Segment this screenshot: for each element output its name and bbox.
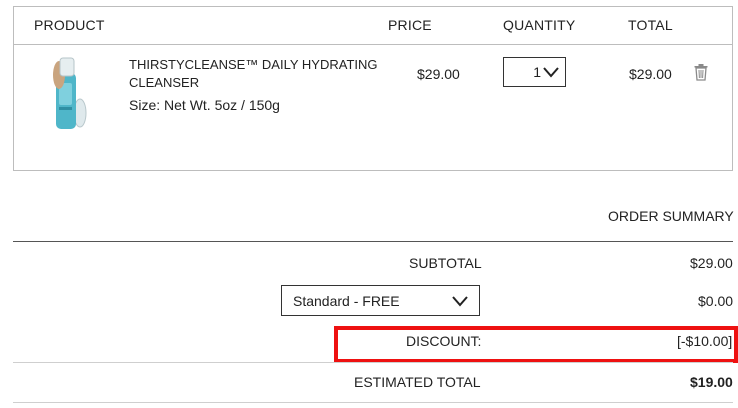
cart-table: [13, 6, 733, 171]
chevron-down-icon: [452, 294, 468, 312]
chevron-down-icon: [543, 65, 559, 83]
column-header-price: PRICE: [388, 17, 432, 33]
column-header-quantity: QUANTITY: [503, 17, 576, 33]
product-name-line2[interactable]: CLEANSER: [129, 75, 199, 90]
cart-header-divider: [13, 44, 733, 45]
estimated-total-label: ESTIMATED TOTAL: [354, 374, 481, 390]
subtotal-label: SUBTOTAL: [409, 255, 482, 271]
order-summary-title: ORDER SUMMARY: [608, 208, 734, 224]
column-header-product: PRODUCT: [34, 17, 105, 33]
column-header-total: TOTAL: [628, 17, 673, 33]
item-price: $29.00: [417, 66, 460, 82]
estimated-total-value: $19.00: [690, 374, 733, 390]
item-total: $29.00: [629, 66, 672, 82]
shipping-option-label: Standard - FREE: [293, 293, 400, 309]
shipping-value: $0.00: [698, 293, 734, 309]
quantity-select[interactable]: 1: [503, 57, 566, 87]
total-divider: [13, 362, 733, 363]
subtotal-value: $29.00: [690, 255, 733, 271]
bottom-divider: [13, 402, 733, 403]
trash-icon[interactable]: [694, 64, 708, 86]
product-name-line1[interactable]: THIRSTYCLEANSE™ DAILY HYDRATING: [129, 57, 378, 72]
summary-divider: [13, 241, 733, 242]
discount-highlight-box: [334, 326, 738, 363]
quantity-value: 1: [533, 64, 541, 80]
product-bottle-icon[interactable]: [50, 55, 90, 133]
shipping-method-select[interactable]: Standard - FREE: [281, 285, 480, 316]
product-size: Size: Net Wt. 5oz / 150g: [129, 97, 280, 113]
